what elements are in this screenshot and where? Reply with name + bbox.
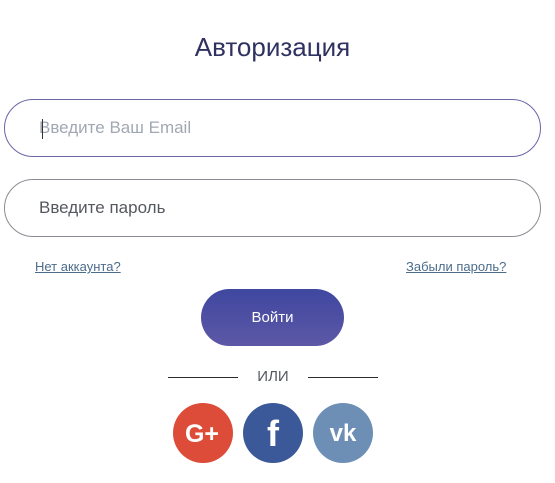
divider-line-right: [308, 377, 378, 378]
forgot-password-link[interactable]: Забыли пароль?: [406, 259, 506, 274]
divider-line-left: [168, 377, 238, 378]
svg-text:G+: G+: [185, 420, 219, 448]
email-field[interactable]: [4, 99, 541, 157]
vk-icon: vk: [313, 403, 373, 463]
svg-text:vk: vk: [330, 420, 357, 447]
password-field[interactable]: [4, 179, 541, 237]
facebook-icon: f: [243, 403, 303, 463]
login-button[interactable]: Войти: [201, 289, 344, 346]
svg-text:f: f: [267, 413, 280, 454]
email-input[interactable]: [39, 118, 520, 138]
google-plus-button[interactable]: G+: [173, 403, 233, 463]
password-input[interactable]: [39, 198, 520, 218]
register-link[interactable]: Нет аккаунта?: [35, 259, 121, 274]
google-plus-icon: G+: [173, 403, 233, 463]
divider-text: ИЛИ: [257, 368, 289, 385]
page-title: Авторизация: [194, 32, 351, 62]
facebook-button[interactable]: f: [243, 403, 303, 463]
text-caret: [42, 119, 43, 139]
vk-button[interactable]: vk: [313, 403, 373, 463]
